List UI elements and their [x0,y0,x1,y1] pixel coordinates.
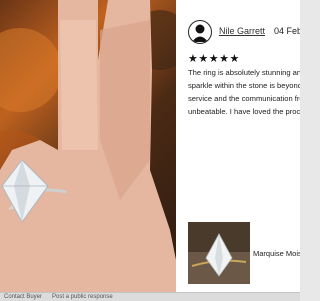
person-silhouette-icon [188,20,212,44]
review-text-line: unbeatable. I have loved the proce [188,107,300,116]
star-rating: ★★★★★ [188,53,240,65]
photo-caption: Marquise Mois [253,249,300,258]
review-photo-thumbnail[interactable] [188,222,250,284]
review-text-line: service and the communication fro [188,94,300,103]
review-text: The ring is absolutely stunning and spar… [188,66,300,118]
review-date: 04 Feb, 202 [274,26,300,36]
review-text-line: sparkle within the stone is beyond [188,81,300,90]
review-photo-main [0,0,176,298]
reviewer-name-link[interactable]: Nile Garrett [219,26,265,36]
reviewer-row: Nile Garrett 04 Feb, 202 [188,20,300,44]
review-text-line: The ring is absolutely stunning and [188,68,300,77]
review-panel: Nile Garrett 04 Feb, 202 ★★★★★ The ring … [176,0,300,298]
